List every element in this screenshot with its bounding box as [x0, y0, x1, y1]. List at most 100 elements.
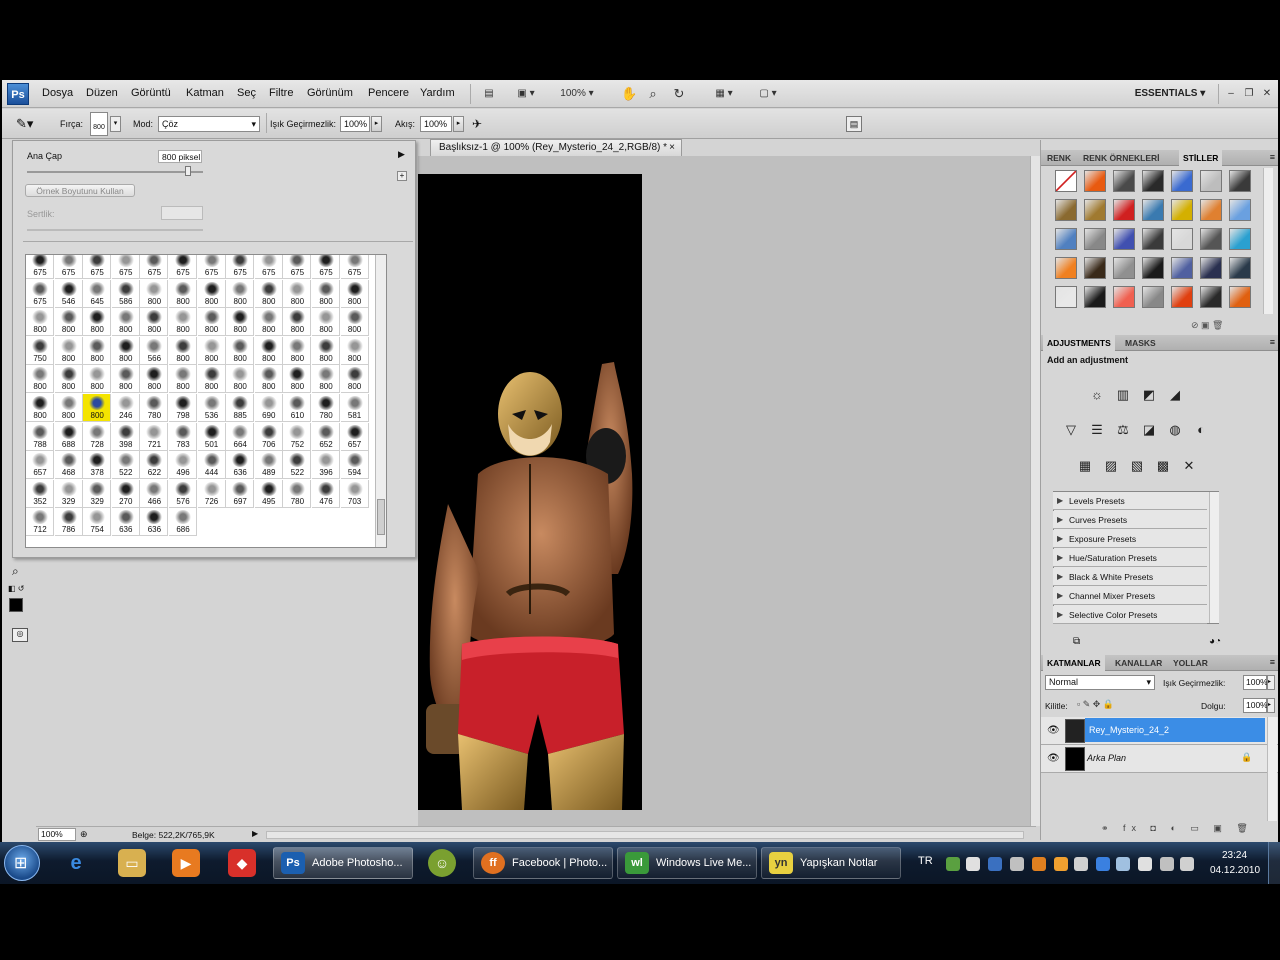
style-swatch[interactable]	[1229, 286, 1251, 308]
screen-mode-icon[interactable]: ▢ ▾	[752, 84, 784, 104]
style-swatch[interactable]	[1055, 228, 1077, 250]
status-menu-arrow-icon[interactable]: ▶	[252, 829, 260, 840]
preset-selective-color[interactable]: ▶ Selective Color Presets	[1053, 606, 1207, 624]
brush-preset[interactable]: 783	[169, 422, 197, 451]
brush-preset[interactable]: 466	[140, 479, 169, 508]
blend-mode-select[interactable]: Normal ▾	[1045, 675, 1155, 690]
brush-preset[interactable]: 798	[169, 394, 197, 422]
brush-preset[interactable]: 352	[26, 479, 54, 508]
style-swatch[interactable]	[1055, 199, 1077, 221]
style-swatch[interactable]	[1142, 199, 1164, 221]
tray-icon[interactable]	[1096, 857, 1110, 871]
mode-select[interactable]: Çöz ▾	[158, 116, 260, 132]
brush-preset[interactable]: 657	[26, 451, 54, 480]
brush-preset[interactable]: 800	[340, 308, 369, 337]
brush-preset[interactable]: 800	[312, 308, 340, 337]
selective-color-icon[interactable]: ✕	[1179, 456, 1199, 476]
posterize-icon[interactable]: ▨	[1101, 456, 1121, 476]
brush-preset[interactable]: 800	[312, 279, 340, 308]
taskbar-button-photoshop[interactable]: Ps Adobe Photosho...	[273, 847, 413, 879]
tray-icon[interactable]	[1074, 857, 1088, 871]
brush-preset[interactable]: 546	[54, 279, 83, 308]
tab-swatches[interactable]: RENK ÖRNEKLERİ	[1079, 150, 1164, 166]
tray-icon[interactable]	[1054, 857, 1068, 871]
brush-preset[interactable]: 800	[283, 279, 312, 308]
brush-preset[interactable]: 754	[83, 508, 112, 537]
flow-field[interactable]: 100%	[420, 116, 452, 132]
brush-preset[interactable]: 697	[226, 479, 255, 508]
style-swatch[interactable]	[1113, 228, 1135, 250]
style-swatch[interactable]	[1171, 228, 1193, 250]
brush-preset[interactable]: 675	[254, 255, 283, 279]
brush-preset[interactable]: 688	[54, 422, 83, 451]
style-swatch[interactable]	[1084, 286, 1106, 308]
brush-preset[interactable]: 576	[169, 479, 197, 508]
zoom-level-dropdown[interactable]: 100% ▾	[554, 84, 600, 104]
minimize-icon[interactable]: –	[1224, 84, 1238, 104]
style-swatch[interactable]	[1084, 257, 1106, 279]
menu-item-file[interactable]: Dosya	[42, 87, 73, 99]
photoshop-logo-icon[interactable]: Ps	[7, 83, 29, 105]
opacity-field[interactable]: 100%	[340, 116, 370, 132]
brush-preset[interactable]: 329	[83, 479, 112, 508]
brush-preset[interactable]: 800	[340, 365, 369, 394]
style-swatch[interactable]	[1142, 170, 1164, 192]
style-swatch[interactable]	[1229, 199, 1251, 221]
brush-grid-scrollbar[interactable]	[375, 255, 386, 547]
preset-black-white[interactable]: ▶ Black & White Presets	[1053, 568, 1207, 586]
tray-icon[interactable]	[1116, 857, 1130, 871]
brush-preset[interactable]: 246	[111, 394, 140, 422]
presets-scrollbar[interactable]	[1209, 492, 1219, 623]
brush-preset[interactable]: 675	[283, 255, 312, 279]
taskbar-button-sticky-notes[interactable]: yn Yapışkan Notlar	[761, 847, 901, 879]
brush-preset[interactable]: 476	[312, 479, 340, 508]
layer-row[interactable]: 👁 Rey_Mysterio_24_2	[1041, 717, 1278, 745]
lock-options-icons[interactable]: ▫ ✎ ✥ 🔒	[1077, 699, 1137, 711]
panel-menu-icon[interactable]: ≡	[1270, 657, 1275, 667]
brush-preset[interactable]: 636	[140, 508, 169, 537]
brush-preset[interactable]: 800	[140, 308, 169, 337]
brush-preset[interactable]: 675	[26, 279, 54, 308]
brush-preset[interactable]: 690	[254, 394, 283, 422]
photo-filter-icon[interactable]: ◍	[1165, 420, 1185, 440]
tray-icon[interactable]	[946, 857, 960, 871]
style-swatch[interactable]	[1113, 286, 1135, 308]
brush-preset[interactable]: 800	[226, 336, 255, 365]
brush-preset[interactable]: 594	[340, 451, 369, 480]
hardness-slider-track[interactable]	[27, 229, 203, 231]
style-swatch[interactable]	[1142, 257, 1164, 279]
layer-name[interactable]: Rey_Mysterio_24_2	[1085, 718, 1265, 742]
tray-icon[interactable]	[1010, 857, 1024, 871]
brush-preset[interactable]: 800	[197, 365, 226, 394]
style-swatch[interactable]	[1200, 170, 1222, 192]
brush-preset[interactable]: 398	[111, 422, 140, 451]
menu-item-help[interactable]: Yardım	[420, 87, 455, 99]
style-swatch[interactable]	[1171, 286, 1193, 308]
use-sample-size-button[interactable]: Örnek Boyutunu Kullan	[25, 184, 135, 197]
brush-preset[interactable]: 800	[83, 308, 112, 337]
brush-preset[interactable]: 800	[140, 279, 169, 308]
diameter-slider-thumb[interactable]	[185, 166, 191, 176]
diameter-slider-track[interactable]	[27, 171, 203, 173]
brush-preset[interactable]: 786	[54, 508, 83, 537]
status-info-icon[interactable]: ⊕	[80, 829, 92, 841]
brush-preset[interactable]: 780	[312, 394, 340, 422]
layers-scrollbar[interactable]	[1267, 717, 1277, 821]
brush-preset[interactable]: 536	[197, 394, 226, 422]
brush-preset[interactable]: 636	[226, 451, 255, 480]
adjustments-footer-icon[interactable]: ⧉	[1073, 636, 1087, 648]
taskbar-button-live-messenger[interactable]: wl Windows Live Me...	[617, 847, 757, 879]
brush-preset[interactable]: 800	[54, 394, 83, 422]
brush-preset[interactable]: 468	[54, 451, 83, 480]
brush-preset[interactable]: 489	[254, 451, 283, 480]
brush-preset[interactable]: 721	[140, 422, 169, 451]
tab-masks[interactable]: MASKS	[1121, 335, 1160, 351]
zoom-tool-icon[interactable]: ⌕	[12, 564, 28, 580]
brush-preset[interactable]: 800	[54, 308, 83, 337]
brush-preset[interactable]: 800	[111, 308, 140, 337]
clock-time[interactable]: 23:24	[1222, 850, 1247, 861]
visibility-eye-icon[interactable]: 👁	[1047, 753, 1060, 764]
brush-preset[interactable]: 800	[26, 394, 54, 422]
tray-icon[interactable]	[988, 857, 1002, 871]
menu-item-window[interactable]: Pencere	[368, 87, 409, 99]
